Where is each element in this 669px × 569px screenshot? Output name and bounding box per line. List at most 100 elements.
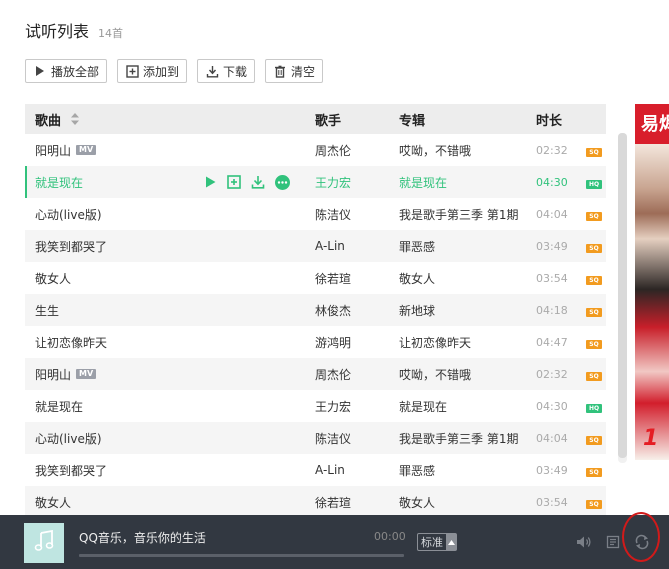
table-row[interactable]: 敬女人 徐若瑄 敬女人 03:54 SQ (25, 486, 606, 518)
quality-selector[interactable]: 标准 (417, 533, 457, 551)
clear-button[interactable]: 清空 (265, 59, 324, 83)
table-row[interactable]: 阳明山 MV 周杰伦 哎呦，不错哦 02:32 SQ (25, 358, 606, 390)
table-row[interactable]: 阳明山 MV 周杰伦 哎呦，不错哦 02:32 SQ (25, 134, 606, 166)
singer-cell[interactable]: 陈洁仪 (315, 430, 351, 447)
singer-cell[interactable]: 游鸿明 (315, 334, 351, 351)
toolbar: 播放全部 添加到 下载 清空 (25, 59, 324, 83)
song-title[interactable]: 心动(live版) (35, 430, 102, 447)
album-cell[interactable]: 就是现在 (399, 398, 447, 415)
singer-cell[interactable]: 周杰伦 (315, 366, 351, 383)
table-row[interactable]: 心动(live版) 陈洁仪 我是歌手第三季 第1期 04:04 SQ (25, 198, 606, 230)
singer-cell[interactable]: A-Lin (315, 463, 345, 477)
table-row[interactable]: 敬女人 徐若瑄 敬女人 03:54 SQ (25, 262, 606, 294)
song-title[interactable]: 敬女人 (35, 494, 71, 511)
quality-badge-cell: SQ (586, 367, 602, 381)
quality-badge: SQ (586, 340, 602, 349)
album-cell[interactable]: 敬女人 (399, 494, 435, 511)
singer-cell[interactable]: 陈洁仪 (315, 206, 351, 223)
song-title[interactable]: 就是现在 (35, 174, 83, 191)
add-to-button[interactable]: 添加到 (117, 59, 188, 83)
lyrics-icon[interactable] (605, 534, 621, 550)
play-icon[interactable] (202, 174, 218, 190)
table-header: 歌曲 歌手 专辑 时长 (25, 104, 606, 134)
progress-bar[interactable] (79, 554, 404, 557)
quality-label: 标准 (421, 536, 443, 549)
song-title[interactable]: 阳明山 (35, 142, 71, 159)
song-cell: 敬女人 (35, 494, 71, 511)
table-row[interactable]: 让初恋像昨天 游鸿明 让初恋像昨天 04:47 SQ (25, 326, 606, 358)
singer-cell[interactable]: 徐若瑄 (315, 270, 351, 287)
album-cell[interactable]: 新地球 (399, 302, 435, 319)
table-row[interactable]: 生生 林俊杰 新地球 04:18 SQ (25, 294, 606, 326)
album-cell[interactable]: 哎呦，不错哦 (399, 366, 471, 383)
song-cell: 心动(live版) (35, 430, 102, 447)
song-title[interactable]: 心动(live版) (35, 206, 102, 223)
singer-column-header: 歌手 (315, 113, 342, 129)
song-title[interactable]: 我笑到都哭了 (35, 462, 107, 479)
chevron-up-icon (446, 534, 456, 550)
download-button[interactable]: 下载 (197, 59, 256, 83)
album-cover[interactable] (24, 523, 64, 563)
table-row[interactable]: 心动(live版) 陈洁仪 我是歌手第三季 第1期 04:04 SQ (25, 422, 606, 454)
scrollbar[interactable] (618, 133, 627, 463)
more-icon[interactable] (274, 174, 290, 190)
play-all-label: 播放全部 (51, 64, 100, 79)
album-cell[interactable]: 敬女人 (399, 270, 435, 287)
album-cell[interactable]: 我是歌手第三季 第1期 (399, 430, 518, 447)
table-row[interactable]: 就是现在 王力宏 就是现在 04:30 HQ (25, 390, 606, 422)
song-title[interactable]: 我笑到都哭了 (35, 238, 107, 255)
highlight-circle (622, 512, 660, 562)
song-column-label: 歌曲 (35, 113, 62, 129)
quality-badge-cell: HQ (586, 399, 602, 413)
song-title[interactable]: 生生 (35, 302, 59, 319)
album-cell[interactable]: 让初恋像昨天 (399, 334, 471, 351)
song-title[interactable]: 阳明山 (35, 366, 71, 383)
album-cell[interactable]: 哎呦，不错哦 (399, 142, 471, 159)
duration-cell: 04:30 (536, 399, 568, 413)
album-cell[interactable]: 罪恶感 (399, 462, 435, 479)
table-row[interactable]: 我笑到都哭了 A-Lin 罪恶感 03:49 SQ (25, 230, 606, 262)
duration-cell: 02:32 (536, 367, 568, 381)
singer-cell[interactable]: 王力宏 (315, 174, 351, 191)
song-cell: 阳明山 MV (35, 142, 97, 159)
singer-cell[interactable]: A-Lin (315, 239, 345, 253)
play-all-button[interactable]: 播放全部 (25, 59, 108, 83)
table-row[interactable]: 就是现在 王力宏 就是现在 04:30 HQ (25, 166, 606, 198)
song-cell: 就是现在 (35, 398, 83, 415)
quality-badge-cell: SQ (586, 271, 602, 285)
song-title[interactable]: 敬女人 (35, 270, 71, 287)
mv-badge[interactable]: MV (76, 369, 97, 379)
singer-cell[interactable]: 周杰伦 (315, 142, 351, 159)
singer-cell[interactable]: 林俊杰 (315, 302, 351, 319)
singer-cell[interactable]: 徐若瑄 (315, 494, 351, 511)
duration-cell: 03:49 (536, 463, 568, 477)
player-bar: QQ音乐，音乐你的生活 00:00 标准 (0, 515, 669, 569)
album-cell[interactable]: 罪恶感 (399, 238, 435, 255)
quality-badge: SQ (586, 500, 602, 509)
album-cell[interactable]: 就是现在 (399, 174, 447, 191)
download-label: 下载 (223, 64, 248, 79)
duration-cell: 04:04 (536, 431, 568, 445)
quality-badge-cell: SQ (586, 239, 602, 253)
duration-cell: 03:49 (536, 239, 568, 253)
ad-banner[interactable]: 易烬 1 (635, 104, 669, 460)
singer-cell[interactable]: 王力宏 (315, 398, 351, 415)
add-box-icon[interactable] (226, 174, 242, 190)
song-column-header[interactable]: 歌曲 (35, 110, 80, 129)
scrollbar-thumb[interactable] (618, 133, 627, 458)
mv-badge[interactable]: MV (76, 145, 97, 155)
song-title[interactable]: 就是现在 (35, 398, 83, 415)
ad-model-image (635, 144, 669, 460)
song-cell: 让初恋像昨天 (35, 334, 107, 351)
quality-badge-cell: SQ (586, 463, 602, 477)
song-cell: 敬女人 (35, 270, 71, 287)
song-title[interactable]: 让初恋像昨天 (35, 334, 107, 351)
play-time: 00:00 (374, 530, 406, 543)
download-icon[interactable] (250, 174, 266, 190)
sort-icon[interactable] (71, 113, 80, 125)
table-row[interactable]: 我笑到都哭了 A-Lin 罪恶感 03:49 SQ (25, 454, 606, 486)
volume-icon[interactable] (576, 534, 592, 550)
album-cell[interactable]: 我是歌手第三季 第1期 (399, 206, 518, 223)
quality-badge: HQ (586, 404, 602, 413)
quality-badge-cell: SQ (586, 335, 602, 349)
